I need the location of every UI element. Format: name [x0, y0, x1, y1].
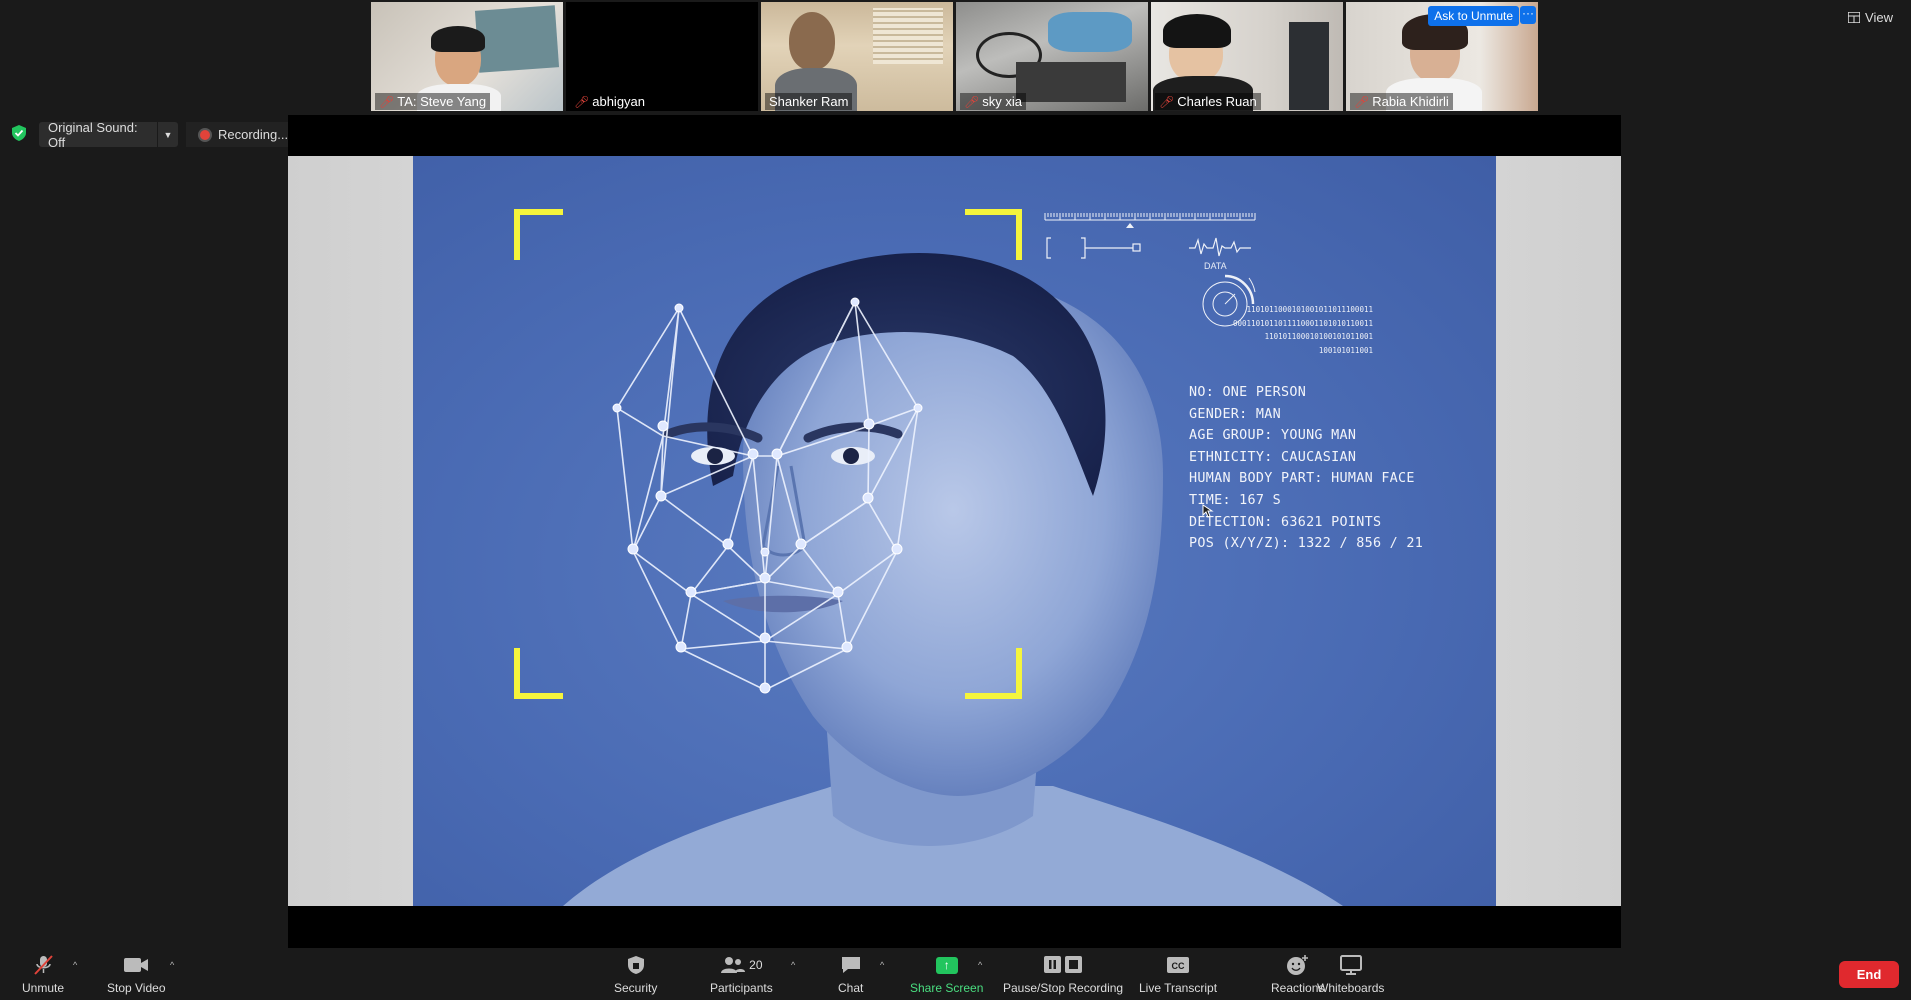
chat-button[interactable]: Chat [838, 954, 863, 995]
participant-name-label: 🎤︎ Rabia Khidirli [1350, 93, 1453, 110]
mic-muted-icon [34, 955, 53, 975]
ask-to-unmute-button[interactable]: Ask to Unmute [1428, 6, 1519, 26]
mic-muted-icon: 🎤︎ [1354, 94, 1370, 109]
chevron-down-icon[interactable]: ▼ [157, 122, 178, 147]
mic-muted-icon: 🎤︎ [574, 94, 590, 109]
live-transcript-button[interactable]: CC Live Transcript [1139, 954, 1217, 995]
participants-icon [721, 957, 746, 973]
chat-bubble-icon [841, 957, 860, 973]
video-options-caret[interactable]: ^ [170, 960, 174, 970]
smiley-plus-icon [1286, 955, 1308, 975]
chat-options-caret[interactable]: ^ [880, 960, 884, 970]
participant-name-label: 🎤︎ Charles Ruan [1155, 93, 1261, 110]
original-sound-toggle[interactable]: Original Sound: Off ▼ [39, 120, 178, 150]
info-line: TIME: 167 S [1189, 492, 1281, 508]
info-line: GENDER: MAN [1189, 406, 1281, 422]
pause-stop-icon [1044, 956, 1083, 973]
video-camera-icon [124, 958, 149, 972]
unmute-button[interactable]: Unmute [22, 954, 64, 995]
security-button[interactable]: Security [614, 954, 657, 995]
participant-video-shanker-ram[interactable]: Shanker Ram [761, 2, 953, 111]
recording-indicator: Recording... [186, 122, 300, 147]
whiteboards-button[interactable]: Whiteboards [1317, 954, 1384, 995]
pause-stop-recording-button[interactable]: Pause/Stop Recording [1003, 954, 1123, 995]
participant-video-abhigyan[interactable]: 🎤︎ abhigyan [566, 2, 758, 111]
closed-caption-icon: CC [1167, 957, 1190, 973]
encryption-shield-icon[interactable] [12, 125, 26, 141]
view-button[interactable]: View [1848, 10, 1893, 25]
svg-text:CC: CC [1172, 961, 1185, 971]
info-line: POS (X/Y/Z): 1322 / 856 / 21 [1189, 536, 1424, 552]
participant-video-sky-xia[interactable]: 🎤︎ sky xia [956, 2, 1148, 111]
participants-button[interactable]: 20 Participants [710, 954, 773, 995]
end-meeting-button[interactable]: End [1839, 961, 1899, 988]
audio-options-caret[interactable]: ^ [73, 960, 77, 970]
info-line: AGE GROUP: YOUNG MAN [1189, 428, 1357, 444]
whiteboard-icon [1339, 955, 1362, 975]
hud-data-label: DATA [1204, 261, 1227, 271]
mic-muted-icon: 🎤︎ [1159, 94, 1175, 109]
shared-screen: DATA 1101011000101001011011100011 000110… [288, 156, 1621, 906]
more-options-button[interactable]: ··· [1520, 6, 1536, 24]
participant-name-label: 🎤︎ abhigyan [570, 93, 650, 110]
meeting-toolbar: Unmute ^ Stop Video ^ Security 20 Partic… [0, 948, 1911, 1000]
stop-video-button[interactable]: Stop Video [107, 954, 166, 995]
info-line: HUMAN BODY PART: HUMAN FACE [1189, 471, 1415, 487]
grid-view-icon [1848, 12, 1861, 23]
presentation-slide: DATA 1101011000101001011011100011 000110… [413, 156, 1496, 906]
participant-name-label: 🎤︎ TA: Steve Yang [375, 93, 491, 110]
participant-name-label: Shanker Ram [765, 93, 853, 110]
participants-options-caret[interactable]: ^ [791, 960, 795, 970]
info-line: DETECTION: 63621 POINTS [1189, 514, 1382, 530]
info-line: ETHNICITY: CAUCASIAN [1189, 449, 1357, 465]
participant-video-steve-yang[interactable]: 🎤︎ TA: Steve Yang [371, 2, 563, 111]
share-options-caret[interactable]: ^ [978, 960, 982, 970]
participant-thumbnail-strip: 🎤︎ TA: Steve Yang 🎤︎ abhigyan Shanker Ra… [371, 2, 1538, 111]
mic-muted-icon: 🎤︎ [379, 94, 395, 109]
recording-dot-icon [200, 129, 210, 140]
mic-muted-icon: 🎤︎ [964, 94, 980, 109]
shared-screen-top-bar [288, 115, 1621, 156]
participant-name-label: 🎤︎ sky xia [960, 93, 1026, 110]
share-screen-button[interactable]: ↑ Share Screen [910, 954, 983, 995]
hud-detection-info: NO: ONE PERSON GENDER: MAN AGE GROUP: YO… [1189, 382, 1423, 555]
info-line: NO: ONE PERSON [1189, 385, 1307, 400]
shield-icon [627, 956, 644, 974]
participant-video-charles-ruan[interactable]: 🎤︎ Charles Ruan [1151, 2, 1343, 111]
participants-count: 20 [749, 958, 763, 972]
hud-binary-block: 1101011000101001011011100011 00011010110… [1233, 305, 1373, 355]
participant-video-rabia-khidirli[interactable]: Ask to Unmute ··· 🎤︎ Rabia Khidirli [1346, 2, 1538, 111]
shared-screen-bottom-bar [288, 906, 1621, 948]
share-screen-icon: ↑ [935, 956, 958, 974]
mouse-cursor-icon [1202, 504, 1214, 518]
